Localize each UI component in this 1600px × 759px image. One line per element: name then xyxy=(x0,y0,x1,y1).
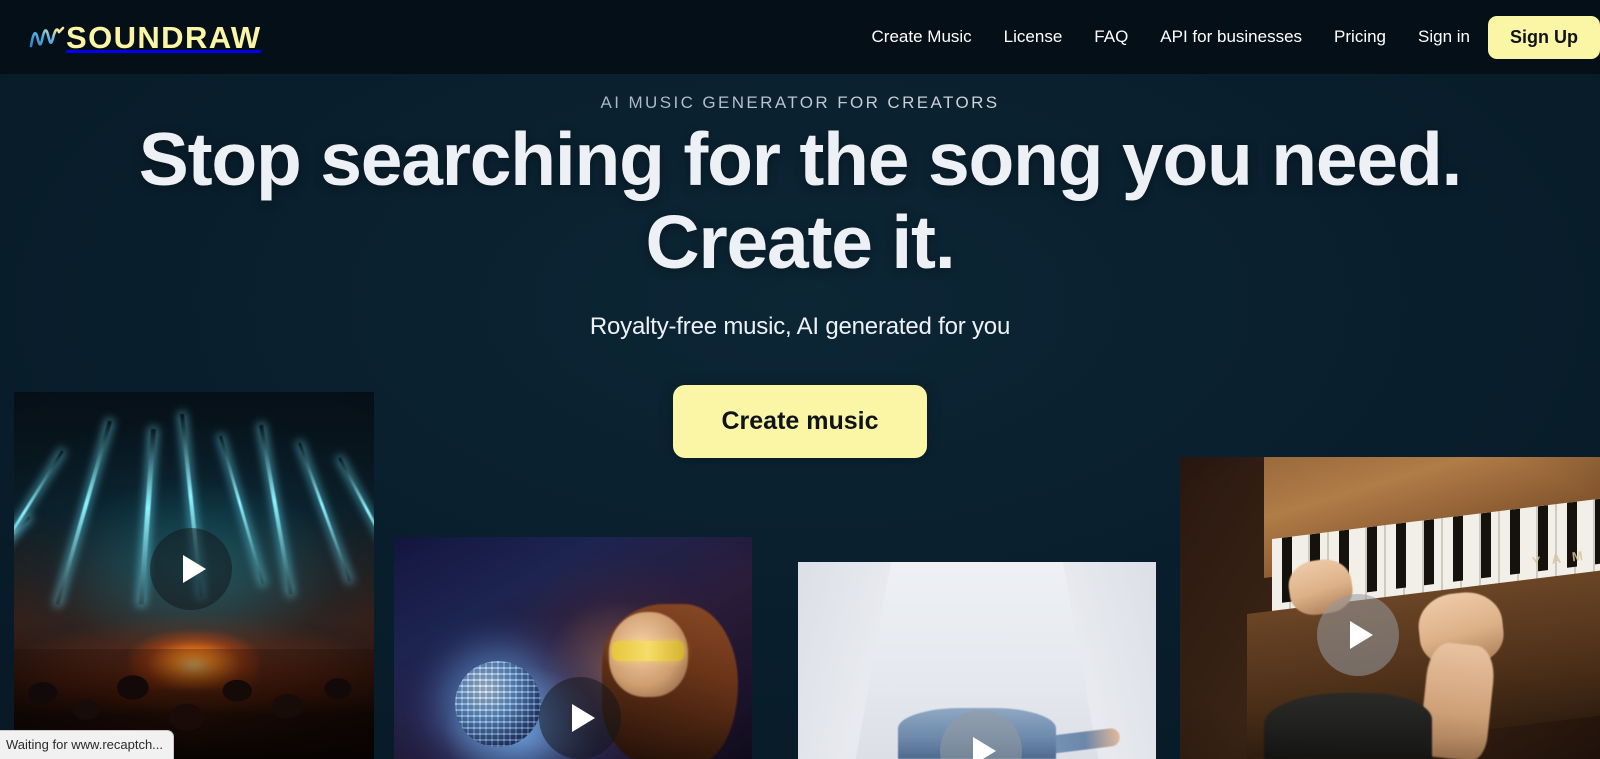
logo-link[interactable]: SOUNDRAW xyxy=(28,14,261,60)
browser-status-bar: Waiting for www.recaptch... xyxy=(0,730,175,759)
play-icon[interactable] xyxy=(539,677,621,759)
headline-line-2: Create it. xyxy=(645,199,956,284)
play-icon[interactable] xyxy=(150,528,232,610)
logo-text: SOUNDRAW xyxy=(66,19,262,55)
nav-sign-in[interactable]: Sign in xyxy=(1418,0,1470,74)
nav-pricing[interactable]: Pricing xyxy=(1334,0,1386,74)
video-thumb-white-room[interactable] xyxy=(798,562,1156,759)
hero-subhead: Royalty-free music, AI generated for you xyxy=(589,313,1011,340)
video-thumb-piano[interactable]: Y A M xyxy=(1180,457,1600,759)
hero-cta-wrap: Create music xyxy=(0,385,1600,458)
nav-faq[interactable]: FAQ xyxy=(1094,0,1128,74)
soundwave-icon xyxy=(29,26,65,48)
piano-scene: Y A M xyxy=(1180,457,1600,759)
headline-line-1: Stop searching for the song you need. xyxy=(138,117,1463,201)
site-header: SOUNDRAW Create Music License FAQ API fo… xyxy=(0,0,1600,74)
video-thumb-disco[interactable] xyxy=(394,537,752,759)
play-icon[interactable] xyxy=(1317,594,1399,676)
main-nav: Create Music License FAQ API for busines… xyxy=(872,0,1600,74)
hero-eyebrow: AI MUSIC GENERATOR FOR CREATORS xyxy=(0,93,1600,113)
sign-up-button[interactable]: Sign Up xyxy=(1488,15,1600,59)
nav-license[interactable]: License xyxy=(1004,0,1063,74)
page-title: Stop searching for the song you need. Cr… xyxy=(0,118,1600,283)
create-music-button[interactable]: Create music xyxy=(673,385,927,458)
nav-create-music[interactable]: Create Music xyxy=(872,0,972,74)
nav-api-for-businesses[interactable]: API for businesses xyxy=(1160,0,1302,74)
page-root: SOUNDRAW Create Music License FAQ API fo… xyxy=(0,0,1600,759)
